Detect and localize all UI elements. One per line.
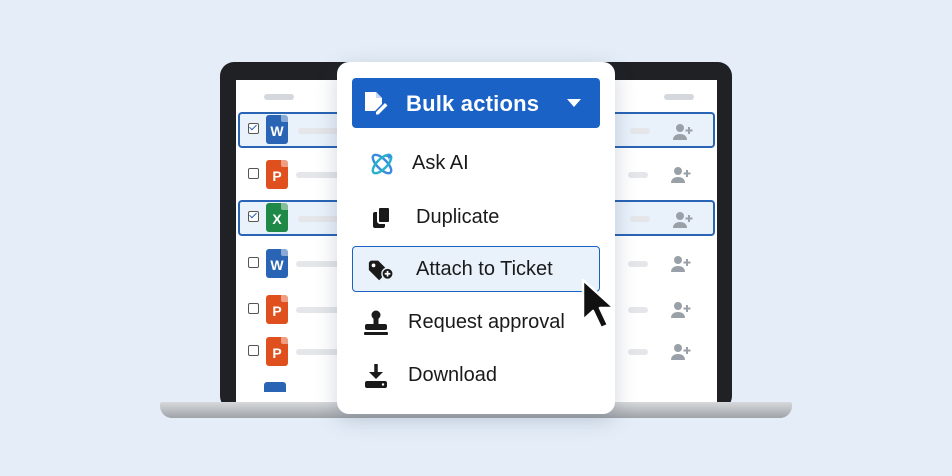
- word-file-icon: W: [266, 249, 288, 278]
- share-user-icon[interactable]: [670, 343, 692, 361]
- powerpoint-file-icon: P: [266, 160, 288, 189]
- menu-item-attach-to-ticket[interactable]: Attach to Ticket: [352, 246, 600, 292]
- mouse-pointer-icon: [581, 278, 616, 330]
- menu-item-label: Duplicate: [416, 206, 500, 228]
- share-user-icon[interactable]: [670, 301, 692, 319]
- excel-file-icon: X: [266, 203, 288, 232]
- meta-placeholder: [628, 261, 648, 267]
- row-checkbox[interactable]: [248, 122, 259, 134]
- menu-item-label: Ask AI: [412, 152, 469, 174]
- menu-item-ask-ai[interactable]: Ask AI: [352, 140, 600, 186]
- download-icon: [365, 364, 387, 388]
- ai-sparkle-icon: [371, 153, 393, 175]
- share-user-icon[interactable]: [672, 123, 694, 141]
- menu-item-duplicate[interactable]: Duplicate: [352, 194, 600, 240]
- menu-item-label: Request approval: [408, 311, 565, 333]
- word-file-icon: W: [266, 115, 288, 144]
- stamp-icon: [364, 310, 388, 335]
- row-checkbox[interactable]: [248, 168, 259, 179]
- menu-item-request-approval[interactable]: Request approval: [352, 299, 600, 345]
- row-checkbox[interactable]: [248, 345, 259, 356]
- meta-placeholder: [628, 349, 648, 355]
- share-user-icon[interactable]: [670, 166, 692, 184]
- column-header-placeholder: [264, 94, 294, 100]
- row-checkbox[interactable]: [248, 257, 259, 268]
- share-user-icon[interactable]: [670, 255, 692, 273]
- menu-item-download[interactable]: Download: [352, 352, 600, 398]
- chevron-down-icon: [567, 99, 581, 107]
- bulk-actions-label: Bulk actions: [406, 91, 540, 116]
- bulk-actions-dropdown: Bulk actions Ask AI Duplicate Attach to …: [337, 62, 615, 414]
- meta-placeholder: [630, 128, 650, 134]
- powerpoint-file-icon: P: [266, 337, 288, 366]
- powerpoint-file-icon: P: [266, 295, 288, 324]
- meta-placeholder: [630, 216, 650, 222]
- menu-item-label: Download: [408, 364, 497, 386]
- ticket-tag-icon: [368, 260, 394, 281]
- meta-placeholder: [628, 307, 648, 313]
- edit-document-icon: [365, 92, 388, 115]
- checkmark-icon: [249, 122, 257, 131]
- word-file-icon: [264, 382, 286, 392]
- menu-item-label: Attach to Ticket: [416, 258, 553, 280]
- row-checkbox[interactable]: [248, 210, 259, 222]
- duplicate-icon: [373, 206, 391, 228]
- bulk-actions-button[interactable]: Bulk actions: [352, 78, 600, 128]
- column-header-placeholder: [664, 94, 694, 100]
- row-checkbox[interactable]: [248, 303, 259, 314]
- meta-placeholder: [628, 172, 648, 178]
- checkmark-icon: [249, 210, 257, 219]
- share-user-icon[interactable]: [672, 211, 694, 229]
